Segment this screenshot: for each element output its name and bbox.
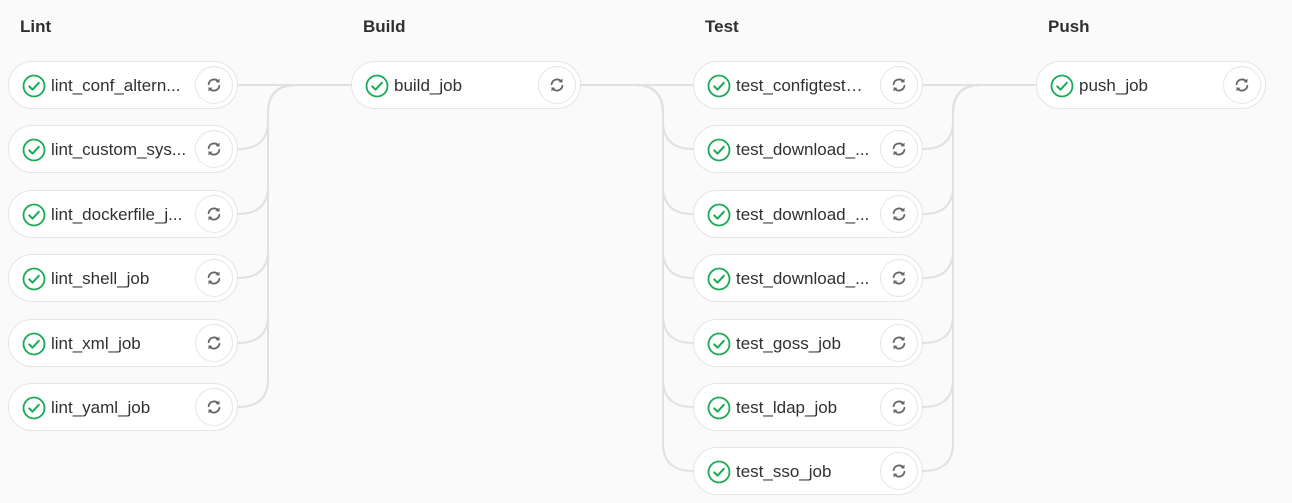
- status-success-icon: [707, 332, 731, 356]
- retry-button[interactable]: [880, 324, 918, 362]
- connector-split: [634, 84, 694, 408]
- job-name[interactable]: test_download_...: [736, 269, 872, 289]
- status-success-icon: [22, 332, 46, 356]
- status-success-icon: [22, 138, 46, 162]
- stage-title-lint: Lint: [20, 17, 52, 36]
- retry-button[interactable]: [195, 130, 233, 168]
- connector-merge: [922, 84, 982, 215]
- connector-split: [634, 84, 694, 150]
- connector-merge: [237, 84, 297, 344]
- job-card-test-6[interactable]: test_ldap_job: [693, 383, 923, 431]
- retry-button[interactable]: [880, 66, 918, 104]
- stage-title-push: Push: [1048, 17, 1090, 36]
- status-success-icon: [707, 138, 731, 162]
- status-success-icon: [22, 74, 46, 98]
- status-success-icon: [22, 396, 46, 420]
- job-card-build-1[interactable]: build_job: [351, 61, 581, 109]
- retry-button[interactable]: [195, 388, 233, 426]
- retry-button[interactable]: [880, 195, 918, 233]
- job-card-test-1[interactable]: test_configtest_j...: [693, 61, 923, 109]
- job-name[interactable]: lint_dockerfile_j...: [51, 205, 187, 225]
- connector-merge: [237, 84, 297, 215]
- job-name[interactable]: lint_xml_job: [51, 334, 187, 354]
- retry-button[interactable]: [880, 452, 918, 490]
- connector-split: [634, 84, 694, 279]
- status-success-icon: [707, 396, 731, 420]
- connector-merge: [922, 84, 982, 344]
- job-card-test-5[interactable]: test_goss_job: [693, 319, 923, 367]
- job-card-lint-3[interactable]: lint_dockerfile_j...: [8, 190, 238, 238]
- retry-button[interactable]: [195, 259, 233, 297]
- status-success-icon: [707, 267, 731, 291]
- status-success-icon: [707, 74, 731, 98]
- retry-button[interactable]: [880, 388, 918, 426]
- stage-title-test: Test: [705, 17, 739, 36]
- job-name[interactable]: lint_shell_job: [51, 269, 187, 289]
- status-success-icon: [365, 74, 389, 98]
- job-name[interactable]: build_job: [394, 76, 530, 96]
- job-card-push-1[interactable]: push_job: [1036, 61, 1266, 109]
- job-name[interactable]: test_goss_job: [736, 334, 872, 354]
- job-card-lint-6[interactable]: lint_yaml_job: [8, 383, 238, 431]
- status-success-icon: [22, 267, 46, 291]
- retry-button[interactable]: [195, 66, 233, 104]
- status-success-icon: [707, 460, 731, 484]
- connector-merge: [237, 84, 297, 408]
- job-name[interactable]: test_download_...: [736, 205, 872, 225]
- connector-merge: [922, 84, 982, 472]
- job-name[interactable]: test_download_...: [736, 140, 872, 160]
- job-name[interactable]: test_sso_job: [736, 462, 872, 482]
- job-card-test-4[interactable]: test_download_...: [693, 254, 923, 302]
- status-success-icon: [22, 203, 46, 227]
- retry-button[interactable]: [880, 259, 918, 297]
- connector-split: [634, 84, 694, 472]
- connector-merge: [922, 84, 982, 279]
- retry-button[interactable]: [538, 66, 576, 104]
- job-name[interactable]: push_job: [1079, 76, 1215, 96]
- job-card-lint-2[interactable]: lint_custom_sys...: [8, 125, 238, 173]
- retry-button[interactable]: [1223, 66, 1261, 104]
- job-card-test-3[interactable]: test_download_...: [693, 190, 923, 238]
- connector-merge: [237, 84, 297, 150]
- job-name[interactable]: lint_yaml_job: [51, 398, 187, 418]
- job-name[interactable]: lint_custom_sys...: [51, 140, 187, 160]
- job-name[interactable]: lint_conf_altern...: [51, 76, 187, 96]
- stage-title-build: Build: [363, 17, 406, 36]
- status-success-icon: [707, 203, 731, 227]
- job-card-lint-5[interactable]: lint_xml_job: [8, 319, 238, 367]
- job-name[interactable]: test_configtest_j...: [736, 76, 872, 96]
- retry-button[interactable]: [195, 324, 233, 362]
- job-card-test-7[interactable]: test_sso_job: [693, 447, 923, 495]
- job-card-lint-1[interactable]: lint_conf_altern...: [8, 61, 238, 109]
- job-name[interactable]: test_ldap_job: [736, 398, 872, 418]
- retry-button[interactable]: [195, 195, 233, 233]
- connector-merge: [237, 84, 297, 279]
- connector-split: [634, 84, 694, 215]
- connector-merge: [922, 84, 982, 408]
- job-card-lint-4[interactable]: lint_shell_job: [8, 254, 238, 302]
- retry-button[interactable]: [880, 130, 918, 168]
- job-card-test-2[interactable]: test_download_...: [693, 125, 923, 173]
- connector-merge: [922, 84, 982, 150]
- connector-split: [634, 84, 694, 344]
- status-success-icon: [1050, 74, 1074, 98]
